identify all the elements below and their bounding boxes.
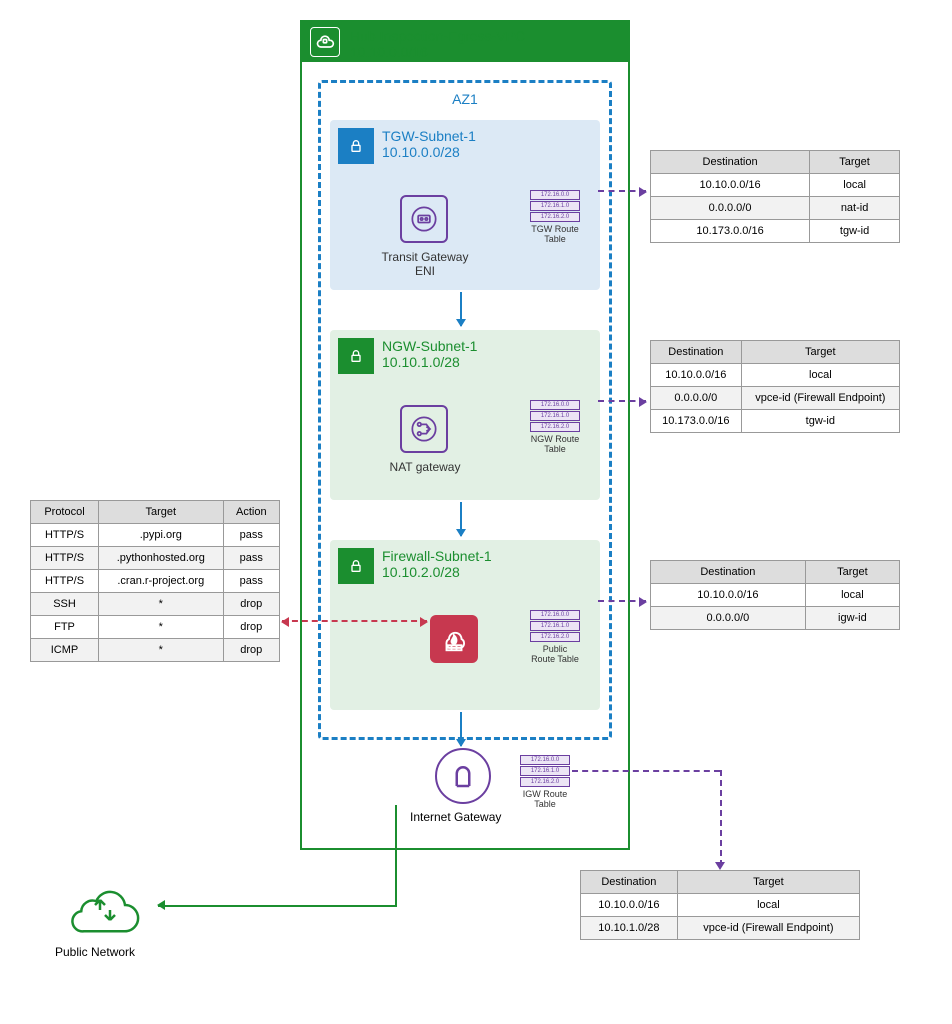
table-row: 10.10.1.0/28vpce-id (Firewall Endpoint) — [581, 917, 860, 940]
dashed-arrow-down-icon — [720, 770, 722, 866]
internet-gateway-icon — [435, 748, 491, 804]
table-row: 10.10.0.0/16local — [651, 364, 900, 387]
ngw-route-table: DestinationTarget 10.10.0.0/16local 0.0.… — [650, 340, 900, 433]
firewall-icon — [430, 615, 478, 663]
fw-route-table: DestinationTarget 10.10.0.0/16local 0.0.… — [650, 560, 900, 630]
table-row: 10.10.0.0/16local — [581, 894, 860, 917]
subnet-lock-icon — [338, 548, 374, 584]
line-icon — [395, 805, 397, 905]
vpc-title-block: Hub Inspection-Egress-VPC 10.10.0.0/16 — [350, 28, 525, 60]
table-row: HTTP/S.pypi.orgpass — [31, 524, 280, 547]
arrow-down-icon — [460, 292, 462, 326]
tgw-subnet-title: TGW-Subnet-1 10.10.0.0/28 — [382, 128, 476, 160]
table-row: 0.0.0.0/0vpce-id (Firewall Endpoint) — [651, 387, 900, 410]
dashed-arrow-red-icon — [282, 620, 427, 622]
igw-route-table: DestinationTarget 10.10.0.0/16local 10.1… — [580, 870, 860, 940]
dashed-arrow-icon — [598, 400, 646, 402]
ngw-subnet: NGW-Subnet-1 10.10.1.0/28 NAT gateway 17… — [330, 330, 600, 500]
igw-label: Internet Gateway — [410, 810, 501, 824]
table-row: SSH*drop — [31, 593, 280, 616]
table-row: 10.10.0.0/16local — [651, 584, 900, 607]
tgw-route-table-icon: 172.16.0.0 172.16.1.0 172.16.2.0 TGW Rou… — [530, 190, 580, 244]
ngw-resource-label: NAT gateway — [380, 460, 470, 474]
vpc-title: Hub Inspection-Egress-VPC — [350, 28, 525, 44]
fw-subnet-title: Firewall-Subnet-1 10.10.2.0/28 — [382, 548, 492, 580]
subnet-lock-icon — [338, 128, 374, 164]
arrowhead-left-icon — [152, 900, 165, 910]
igw-route-table-icon: 172.16.0.0 172.16.1.0 172.16.2.0 IGW Rou… — [520, 755, 570, 809]
tgw-subnet: TGW-Subnet-1 10.10.0.0/28 Transit Gatewa… — [330, 120, 600, 290]
table-row: 10.10.0.0/16local — [651, 174, 900, 197]
cloud-lock-icon — [310, 27, 340, 57]
dashed-line-icon — [572, 770, 720, 772]
nat-gateway-icon — [400, 405, 448, 453]
firewall-rules-table: ProtocolTargetAction HTTP/S.pypi.orgpass… — [30, 500, 280, 662]
public-network-cloud-icon — [60, 880, 150, 940]
firewall-subnet: Firewall-Subnet-1 10.10.2.0/28 172.16.0.… — [330, 540, 600, 710]
public-network-label: Public Network — [55, 945, 135, 959]
az-label: AZ1 — [452, 91, 478, 107]
table-row: HTTP/S.pythonhosted.orgpass — [31, 547, 280, 570]
table-row: HTTP/S.cran.r-project.orgpass — [31, 570, 280, 593]
line-icon — [158, 905, 397, 907]
dashed-arrow-icon — [598, 190, 646, 192]
fw-route-table-icon: 172.16.0.0 172.16.1.0 172.16.2.0 Public … — [530, 610, 580, 664]
dashed-arrow-icon — [598, 600, 646, 602]
table-row: 10.173.0.0/16tgw-id — [651, 220, 900, 243]
vpc-cidr: 10.10.0.0/16 — [350, 44, 525, 60]
table-row: 0.0.0.0/0igw-id — [651, 607, 900, 630]
transit-gateway-eni-icon — [400, 195, 448, 243]
subnet-lock-icon — [338, 338, 374, 374]
arrow-down-icon — [460, 502, 462, 536]
table-row: ICMP*drop — [31, 639, 280, 662]
table-row: FTP*drop — [31, 616, 280, 639]
tgw-route-table: DestinationTarget 10.10.0.0/16local 0.0.… — [650, 150, 900, 243]
ngw-route-table-icon: 172.16.0.0 172.16.1.0 172.16.2.0 NGW Rou… — [530, 400, 580, 454]
tgw-resource-label: Transit Gateway ENI — [380, 250, 470, 278]
arrow-down-icon — [460, 712, 462, 746]
table-row: 0.0.0.0/0nat-id — [651, 197, 900, 220]
table-row: 10.173.0.0/16tgw-id — [651, 410, 900, 433]
ngw-subnet-title: NGW-Subnet-1 10.10.1.0/28 — [382, 338, 477, 370]
